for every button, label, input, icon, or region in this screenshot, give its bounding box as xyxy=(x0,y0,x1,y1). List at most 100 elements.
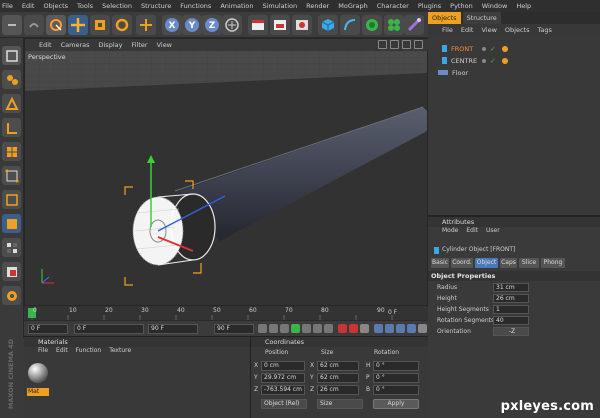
recent-tool-icon[interactable] xyxy=(136,15,156,35)
make-editable-icon[interactable] xyxy=(2,46,21,65)
materials-menu-edit[interactable]: Edit xyxy=(56,347,68,357)
viewport-toggle-icon[interactable] xyxy=(414,40,423,49)
previous-frame-icon[interactable] xyxy=(280,324,289,333)
undo-icon[interactable] xyxy=(2,15,22,35)
phong-tag-icon[interactable] xyxy=(502,45,508,52)
workplane-icon[interactable] xyxy=(2,142,21,161)
enable-axis-icon[interactable] xyxy=(2,238,21,257)
pos-z-field[interactable]: -763.594 cm xyxy=(261,385,305,395)
rotation-key-icon[interactable] xyxy=(396,324,405,333)
menu-tools[interactable]: Tools xyxy=(77,2,93,10)
z-axis-lock-icon[interactable]: Z xyxy=(202,15,222,35)
start-frame-field[interactable]: 0 F xyxy=(28,324,68,334)
menu-objects[interactable]: Objects xyxy=(43,2,68,10)
height-segments-field[interactable]: 1 xyxy=(493,305,529,314)
go-to-start-icon[interactable] xyxy=(258,324,267,333)
tab-phong[interactable]: Phong xyxy=(541,258,565,268)
next-frame-icon[interactable] xyxy=(302,324,311,333)
menu-python[interactable]: Python xyxy=(450,2,473,10)
pos-x-field[interactable]: 0 cm xyxy=(261,361,305,371)
scale-tool-icon[interactable] xyxy=(90,15,110,35)
edges-mode-icon[interactable] xyxy=(2,190,21,209)
live-select-icon[interactable] xyxy=(46,15,66,35)
apply-button[interactable]: Apply xyxy=(373,399,419,409)
object-row-front[interactable]: FRONT ✓ xyxy=(428,43,600,54)
texture-mode-icon[interactable] xyxy=(2,118,21,137)
size-z-field[interactable]: 26 cm xyxy=(317,385,359,395)
viewport-menu-display[interactable]: Display xyxy=(99,41,123,49)
polygons-mode-icon[interactable] xyxy=(2,214,21,233)
tweak-mode-icon[interactable] xyxy=(2,262,21,281)
attributes-menu-user[interactable]: User xyxy=(486,227,500,237)
menu-file[interactable]: File xyxy=(2,2,13,10)
viewport-menu-filter[interactable]: Filter xyxy=(131,41,147,49)
end-frame-field[interactable]: 90 F xyxy=(214,324,254,334)
material-swatch[interactable]: Mat xyxy=(27,360,49,396)
visibility-dot-icon[interactable] xyxy=(482,46,486,51)
preview-min-field[interactable]: 0 F xyxy=(74,324,144,334)
tab-object[interactable]: Object xyxy=(475,258,498,268)
rotate-tool-icon[interactable] xyxy=(112,15,132,35)
objects-menu-edit[interactable]: Edit xyxy=(461,26,474,34)
render-settings-icon[interactable] xyxy=(292,15,312,35)
redo-icon[interactable] xyxy=(24,15,44,35)
play-icon[interactable] xyxy=(291,324,300,333)
coordinate-system-icon[interactable] xyxy=(222,15,242,35)
timeline-menu-icon[interactable] xyxy=(418,324,427,333)
materials-menu-texture[interactable]: Texture xyxy=(109,347,131,357)
model-mode-icon[interactable] xyxy=(2,70,21,89)
visibility-dot-icon[interactable] xyxy=(482,58,486,63)
keyframe-selection-icon[interactable] xyxy=(360,324,369,333)
menu-simulation[interactable]: Simulation xyxy=(262,2,297,10)
size-mode-dropdown[interactable]: Size xyxy=(317,399,363,409)
menu-window[interactable]: Window xyxy=(482,2,508,10)
y-axis-lock-icon[interactable]: Y xyxy=(182,15,202,35)
scale-key-icon[interactable] xyxy=(385,324,394,333)
tab-coord[interactable]: Coord. xyxy=(451,258,473,268)
perspective-viewport[interactable]: Edit Cameras Display Filter View Perspec… xyxy=(24,38,429,306)
tab-caps[interactable]: Caps xyxy=(500,258,517,268)
rot-b-field[interactable]: 0 ° xyxy=(373,385,419,395)
menu-structure[interactable]: Structure xyxy=(141,2,171,10)
cube-object-icon[interactable] xyxy=(318,15,338,35)
preview-max-field[interactable]: 90 F xyxy=(148,324,198,334)
points-mode-icon[interactable] xyxy=(2,166,21,185)
phong-tag-icon[interactable] xyxy=(502,57,508,64)
viewport-pan-icon[interactable] xyxy=(378,40,387,49)
attributes-menu-edit[interactable]: Edit xyxy=(466,227,478,237)
next-key-icon[interactable] xyxy=(313,324,322,333)
rot-h-field[interactable]: 0 ° xyxy=(373,361,419,371)
pos-y-field[interactable]: 29.972 cm xyxy=(261,373,305,383)
viewport-zoom-icon[interactable] xyxy=(390,40,399,49)
tab-structure[interactable]: Structure xyxy=(462,12,501,24)
materials-menu-file[interactable]: File xyxy=(38,347,48,357)
viewport-rotate-icon[interactable] xyxy=(402,40,411,49)
subdivision-surface-icon[interactable] xyxy=(362,15,382,35)
render-view-icon[interactable] xyxy=(248,15,268,35)
size-y-field[interactable]: 62 cm xyxy=(317,373,359,383)
position-key-icon[interactable] xyxy=(374,324,383,333)
size-x-field[interactable]: 62 cm xyxy=(317,361,359,371)
tab-objects[interactable]: Objects xyxy=(428,12,461,24)
snap-icon[interactable] xyxy=(2,286,21,305)
viewport-menu-edit[interactable]: Edit xyxy=(39,41,52,49)
move-tool-icon[interactable] xyxy=(68,15,88,35)
objects-menu-view[interactable]: View xyxy=(481,26,496,34)
menu-mograph[interactable]: MoGraph xyxy=(338,2,368,10)
object-row-centre[interactable]: CENTRE ✓ xyxy=(428,55,600,66)
object-mode-icon[interactable] xyxy=(2,94,21,113)
deformer-icon[interactable] xyxy=(404,15,424,35)
menu-render[interactable]: Render xyxy=(306,2,329,10)
enabled-check-icon[interactable]: ✓ xyxy=(490,57,496,65)
objects-menu-objects[interactable]: Objects xyxy=(505,26,530,34)
x-axis-lock-icon[interactable]: X xyxy=(162,15,182,35)
go-to-end-icon[interactable] xyxy=(324,324,333,333)
autokey-icon[interactable] xyxy=(349,324,358,333)
previous-key-icon[interactable] xyxy=(269,324,278,333)
menu-help[interactable]: Help xyxy=(516,2,531,10)
coordinate-mode-dropdown[interactable]: Object (Rel) xyxy=(261,399,307,409)
parameter-key-icon[interactable] xyxy=(407,324,416,333)
tab-slice[interactable]: Slice xyxy=(519,258,539,268)
spline-pen-icon[interactable] xyxy=(340,15,360,35)
render-picture-viewer-icon[interactable] xyxy=(270,15,290,35)
